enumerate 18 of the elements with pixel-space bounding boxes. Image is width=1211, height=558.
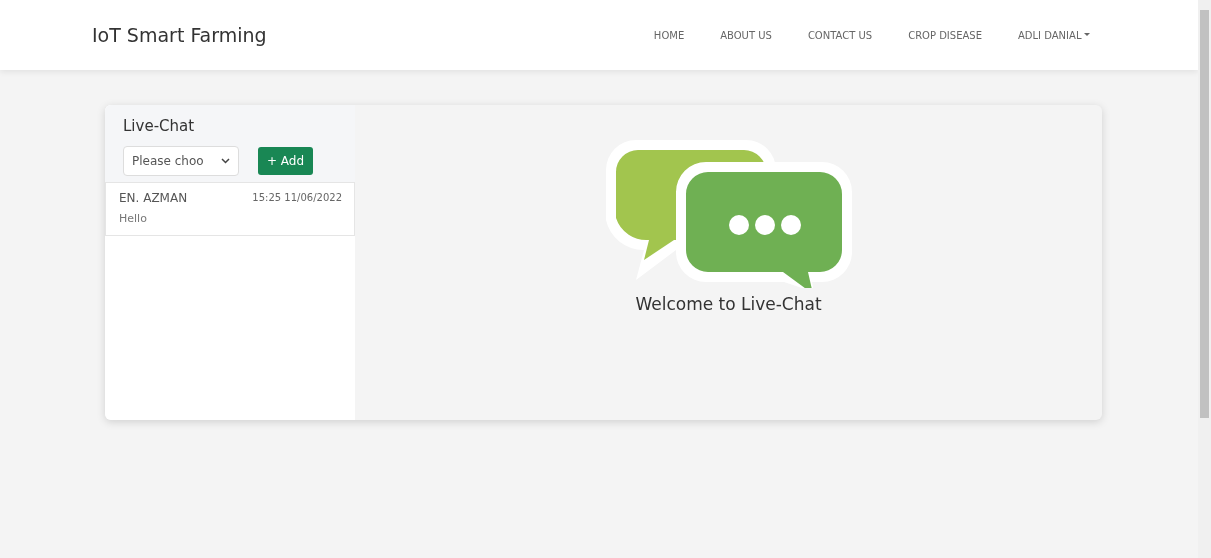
scrollbar-thumb[interactable] [1200, 10, 1209, 418]
user-menu[interactable]: ADLI DANIAL [1000, 27, 1108, 43]
chat-item[interactable]: EN. AZMAN 15:25 11/06/2022 Hello [105, 181, 355, 236]
brand-title: IoT Smart Farming [92, 22, 267, 48]
welcome-text: Welcome to Live-Chat [635, 293, 822, 316]
nav-link[interactable]: ABOUT US [702, 27, 790, 43]
message-preview: Hello [119, 210, 148, 227]
chevron-down-icon [221, 157, 230, 164]
nav-link[interactable]: CROP DISEASE [890, 27, 1000, 43]
chat-select[interactable]: Please choo [123, 145, 239, 176]
sidebar-title: Live-Chat [123, 116, 196, 137]
contact-name: EN. AZMAN [119, 189, 188, 207]
message-time: 15:25 11/06/2022 [252, 191, 342, 205]
nav-link[interactable]: HOME [635, 27, 703, 43]
nav-link[interactable]: CONTACT US [789, 27, 891, 43]
chat-bubbles-icon [605, 140, 852, 288]
add-button[interactable]: + Add [258, 146, 314, 175]
scrollbar[interactable] [1198, 0, 1211, 558]
